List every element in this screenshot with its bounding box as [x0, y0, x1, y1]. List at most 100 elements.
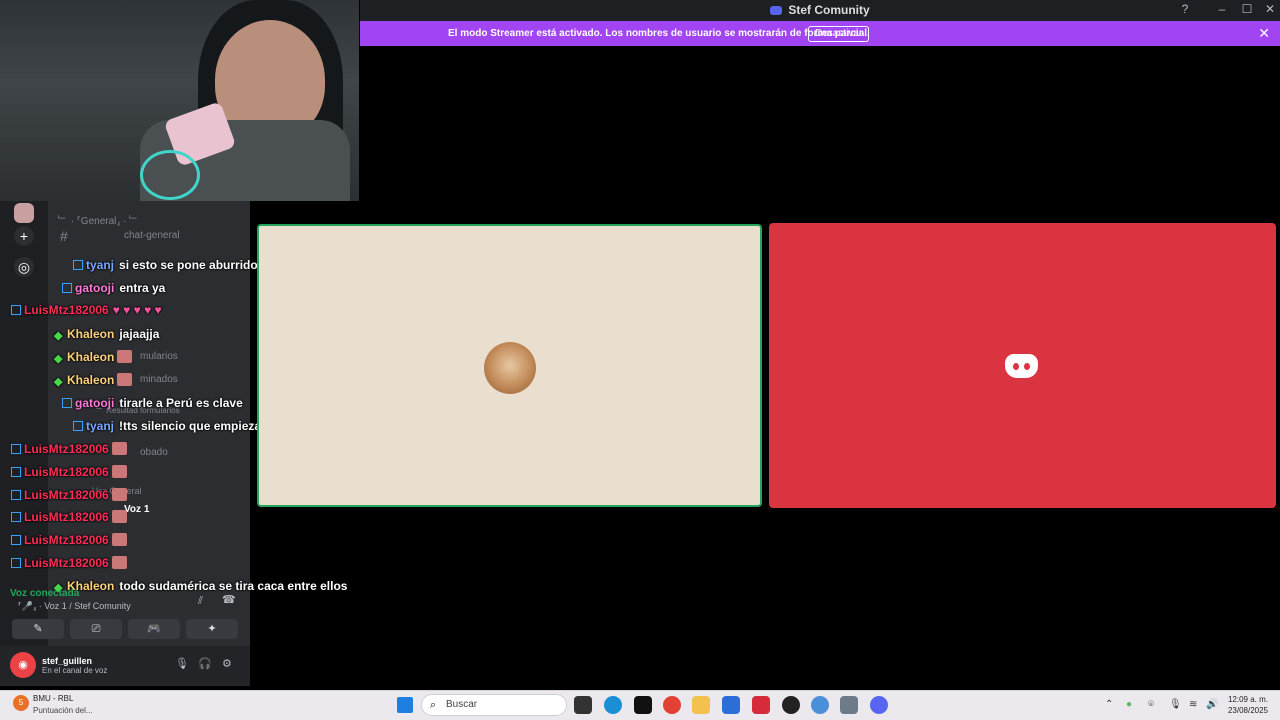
voice-channel-voz1[interactable]: Voz 1: [124, 504, 149, 515]
settings-icon[interactable]: ⚙: [222, 657, 232, 670]
folder-icon[interactable]: [692, 696, 710, 714]
start-button[interactable]: [397, 697, 413, 713]
store-icon[interactable]: [722, 696, 740, 714]
chat-hearts: ♥ ♥ ♥ ♥ ♥: [112, 303, 162, 317]
chat-message: LuisMtz182006: [11, 442, 127, 456]
taskbar-search[interactable]: ⌕ Buscar: [421, 694, 567, 716]
chat-username: LuisMtz182006: [24, 533, 109, 547]
title-bar: Stef Comunity ? – ☐ ✕: [360, 0, 1280, 21]
username[interactable]: stef_guillen: [42, 656, 92, 666]
chat-username: LuisMtz182006: [24, 488, 109, 502]
chat-message: LuisMtz182006 ♥ ♥ ♥ ♥ ♥: [11, 303, 162, 317]
file-explorer-icon[interactable]: [574, 696, 592, 714]
tray-app-icon[interactable]: ●: [1126, 699, 1132, 710]
channel-chat-general[interactable]: chat-general: [124, 230, 180, 241]
discord-taskbar-icon[interactable]: [870, 696, 888, 714]
channel-formularios[interactable]: mularios: [140, 351, 178, 362]
deactivate-streamer-button[interactable]: Desactivar: [808, 26, 870, 42]
clock-time[interactable]: 12:09 a. m.: [1228, 695, 1268, 704]
disconnect-icon[interactable]: ☎: [222, 593, 236, 606]
tiktok-icon[interactable]: [634, 696, 652, 714]
chat-text: todo sudamérica se tira caca entre ellos: [119, 579, 348, 593]
maximize-button[interactable]: ☐: [1237, 2, 1257, 16]
emote-icon: [117, 373, 133, 386]
tray-chevron-icon[interactable]: ⌃: [1105, 699, 1113, 710]
screen-share-button[interactable]: ⎚: [70, 619, 122, 639]
chrome-profile-icon[interactable]: [811, 696, 829, 714]
clock-date[interactable]: 23/08/2025: [1228, 706, 1268, 715]
headset-icon[interactable]: 🎧: [198, 657, 212, 670]
discord-default-avatar-icon: [1005, 354, 1038, 378]
microphone-icon[interactable]: 🎙: [175, 657, 189, 670]
chat-username: LuisMtz182006: [24, 510, 109, 524]
prime-badge-icon: [73, 260, 83, 270]
add-server-icon[interactable]: +: [14, 226, 34, 246]
banner-text: El modo Streamer está activado. Los nomb…: [448, 28, 870, 39]
help-icon[interactable]: ?: [1175, 2, 1195, 16]
soundboard-button[interactable]: ✦: [186, 619, 238, 639]
prime-badge-icon: [62, 283, 72, 293]
prime-badge-icon: [73, 421, 83, 431]
channel-terminados[interactable]: minados: [140, 374, 178, 385]
chat-message: LuisMtz182006: [11, 533, 127, 547]
tray-mic-icon[interactable]: 🎙: [1169, 699, 1182, 710]
chat-username: gatooji: [75, 396, 115, 410]
taskbar-widget-title[interactable]: BMU - RBL: [33, 694, 73, 703]
close-button[interactable]: ✕: [1260, 2, 1280, 16]
chat-text: jajaajja: [119, 327, 160, 341]
tray-network-icon[interactable]: ⌾: [1148, 699, 1154, 710]
minimize-button[interactable]: –: [1212, 2, 1232, 16]
weather-badge[interactable]: 5: [13, 695, 29, 711]
chat-message: ◆ Khaleon jajaajja: [54, 327, 160, 342]
chat-message: ◆ Khaleon: [54, 350, 133, 365]
chat-message: ◆ Khaleon todo sudamérica se tira caca ent…: [54, 579, 348, 594]
explore-icon[interactable]: ◎: [14, 257, 34, 277]
edge-icon[interactable]: [604, 696, 622, 714]
camera-button[interactable]: ✎: [12, 619, 64, 639]
prime-badge-icon: [11, 305, 21, 315]
subscriber-badge-icon: ◆: [54, 353, 63, 365]
noise-suppression-icon[interactable]: ⫽: [198, 595, 203, 608]
discord-logo-icon: [770, 6, 783, 15]
emote-icon: [111, 465, 127, 478]
prime-badge-icon: [62, 398, 72, 408]
category-general[interactable]: ﹂ · ⸢General⸥ · ﹂: [58, 212, 139, 227]
channel-aprobado[interactable]: obado: [140, 447, 168, 458]
chat-username: tyanj: [86, 258, 115, 272]
prime-badge-icon: [11, 535, 21, 545]
settings-app-icon[interactable]: [840, 696, 858, 714]
tray-wifi-icon[interactable]: ≋: [1189, 699, 1197, 710]
video-tile-participant[interactable]: [769, 223, 1276, 508]
activities-button[interactable]: 🎮: [128, 619, 180, 639]
emote-icon: [117, 350, 133, 363]
chat-username: gatooji: [75, 281, 115, 295]
obs-icon[interactable]: [782, 696, 800, 714]
prime-badge-icon: [11, 512, 21, 522]
user-status: En el canal de voz: [42, 666, 108, 675]
chat-username: LuisMtz182006: [24, 556, 109, 570]
emote-icon: [111, 442, 127, 455]
app-icon[interactable]: [752, 696, 770, 714]
chat-text: tirarle a Perú es clave: [119, 396, 243, 410]
webcam-ring-light: [140, 150, 200, 200]
emote-icon: [111, 510, 127, 523]
search-label: Buscar: [446, 699, 478, 710]
chat-message: LuisMtz182006: [11, 510, 127, 524]
chat-message: ◆ Khaleon: [54, 373, 133, 388]
chat-message: gatooji entra ya: [62, 281, 165, 295]
prime-badge-icon: [11, 490, 21, 500]
tray-volume-icon[interactable]: 🔊: [1206, 699, 1218, 710]
server-avatar-icon[interactable]: [14, 203, 34, 223]
emote-icon: [111, 488, 127, 501]
user-avatar[interactable]: ◉: [10, 652, 36, 678]
webcam-overlay: [0, 0, 359, 201]
video-tile-speaking[interactable]: [257, 224, 762, 507]
hash-icon: #: [60, 228, 68, 244]
chrome-icon[interactable]: [663, 696, 681, 714]
chat-username: LuisMtz182006: [24, 303, 109, 317]
prime-badge-icon: [11, 467, 21, 477]
banner-close-icon[interactable]: ✕: [1258, 25, 1270, 42]
voice-channel-label[interactable]: ⸢🎤⸥ · Voz 1 / Stef Comunity: [18, 601, 131, 612]
window-title-wrap: Stef Comunity: [360, 3, 1280, 17]
chat-message: gatooji tirarle a Perú es clave: [62, 396, 243, 410]
